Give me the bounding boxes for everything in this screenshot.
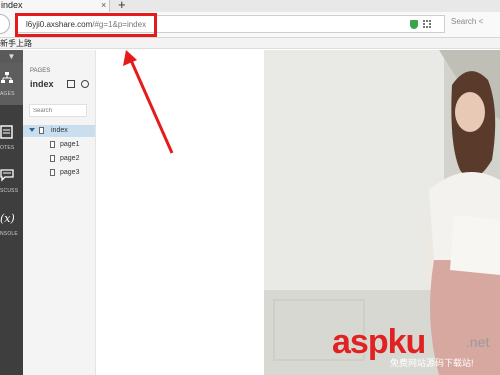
watermark-suffix: .net bbox=[466, 334, 490, 350]
watermark-subtitle: 免费网站源码下载站! bbox=[390, 358, 474, 368]
watermark-brand: aspku bbox=[332, 323, 426, 361]
